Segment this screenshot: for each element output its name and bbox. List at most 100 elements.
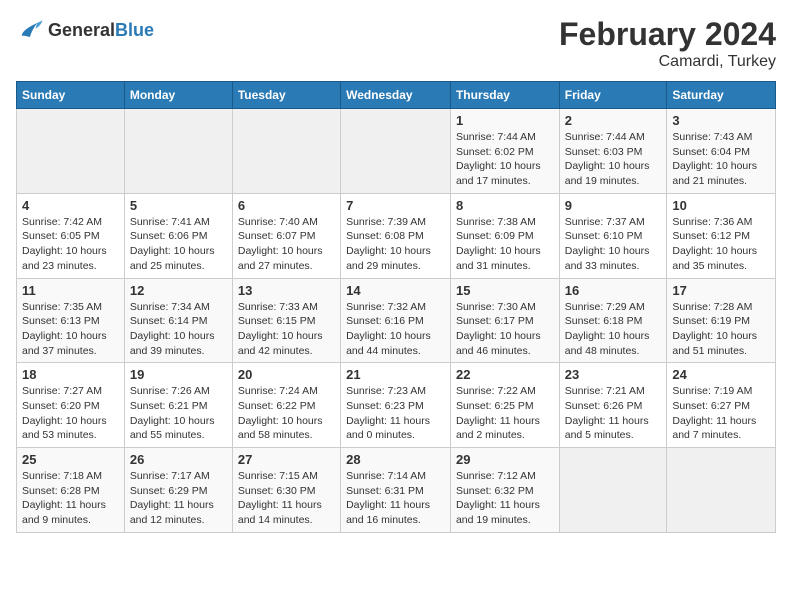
day-info: Sunrise: 7:24 AM Sunset: 6:22 PM Dayligh… [238, 384, 335, 443]
calendar-cell: 27 Sunrise: 7:15 AM Sunset: 6:30 PM Dayli… [232, 448, 340, 533]
calendar-cell: 23 Sunrise: 7:21 AM Sunset: 6:26 PM Dayli… [559, 363, 667, 448]
day-number: 10 [672, 198, 770, 213]
day-info: Sunrise: 7:44 AM Sunset: 6:03 PM Dayligh… [565, 130, 662, 189]
day-number: 11 [22, 283, 119, 298]
day-number: 9 [565, 198, 662, 213]
day-number: 15 [456, 283, 554, 298]
day-number: 4 [22, 198, 119, 213]
calendar-week-3: 11 Sunrise: 7:35 AM Sunset: 6:13 PM Dayli… [17, 278, 776, 363]
calendar-cell: 7Sunrise: 7:39 AM Sunset: 6:08 PM Daylig… [341, 193, 451, 278]
day-info: Sunrise: 7:43 AM Sunset: 6:04 PM Dayligh… [672, 130, 770, 189]
day-info: Sunrise: 7:40 AM Sunset: 6:07 PM Dayligh… [238, 215, 335, 274]
day-number: 27 [238, 452, 335, 467]
day-info: Sunrise: 7:32 AM Sunset: 6:16 PM Dayligh… [346, 300, 445, 359]
calendar-header-saturday: Saturday [667, 82, 776, 109]
calendar-week-1: 1 Sunrise: 7:44 AM Sunset: 6:02 PM Daylig… [17, 109, 776, 194]
calendar-header-row: SundayMondayTuesdayWednesdayThursdayFrid… [17, 82, 776, 109]
day-number: 28 [346, 452, 445, 467]
calendar-cell [232, 109, 340, 194]
day-number: 25 [22, 452, 119, 467]
logo-icon [16, 16, 44, 44]
calendar-cell [667, 448, 776, 533]
day-info: Sunrise: 7:36 AM Sunset: 6:12 PM Dayligh… [672, 215, 770, 274]
day-number: 3 [672, 113, 770, 128]
calendar-cell: 8 Sunrise: 7:38 AM Sunset: 6:09 PM Daylig… [450, 193, 559, 278]
calendar-cell: 21 Sunrise: 7:23 AM Sunset: 6:23 PM Dayli… [341, 363, 451, 448]
day-info: Sunrise: 7:17 AM Sunset: 6:29 PM Dayligh… [130, 469, 227, 528]
calendar-cell: 22Sunrise: 7:22 AM Sunset: 6:25 PM Dayli… [450, 363, 559, 448]
day-number: 29 [456, 452, 554, 467]
day-info: Sunrise: 7:21 AM Sunset: 6:26 PM Dayligh… [565, 384, 662, 443]
day-info: Sunrise: 7:34 AM Sunset: 6:14 PM Dayligh… [130, 300, 227, 359]
calendar-cell: 12 Sunrise: 7:34 AM Sunset: 6:14 PM Dayli… [124, 278, 232, 363]
day-info: Sunrise: 7:30 AM Sunset: 6:17 PM Dayligh… [456, 300, 554, 359]
title-block: February 2024 Camardi, Turkey [559, 16, 776, 71]
page-title: February 2024 [559, 16, 776, 53]
calendar-cell [559, 448, 667, 533]
day-number: 21 [346, 367, 445, 382]
calendar-cell [17, 109, 125, 194]
day-number: 8 [456, 198, 554, 213]
calendar-cell: 26 Sunrise: 7:17 AM Sunset: 6:29 PM Dayli… [124, 448, 232, 533]
calendar-cell: 14 Sunrise: 7:32 AM Sunset: 6:16 PM Dayli… [341, 278, 451, 363]
day-number: 5 [130, 198, 227, 213]
calendar-cell: 10 Sunrise: 7:36 AM Sunset: 6:12 PM Dayli… [667, 193, 776, 278]
calendar-cell: 4 Sunrise: 7:42 AM Sunset: 6:05 PM Daylig… [17, 193, 125, 278]
calendar-cell: 28 Sunrise: 7:14 AM Sunset: 6:31 PM Dayli… [341, 448, 451, 533]
day-number: 23 [565, 367, 662, 382]
day-info: Sunrise: 7:29 AM Sunset: 6:18 PM Dayligh… [565, 300, 662, 359]
day-info: Sunrise: 7:27 AM Sunset: 6:20 PM Dayligh… [22, 384, 119, 443]
calendar-header-wednesday: Wednesday [341, 82, 451, 109]
calendar-week-2: 4 Sunrise: 7:42 AM Sunset: 6:05 PM Daylig… [17, 193, 776, 278]
day-number: 26 [130, 452, 227, 467]
day-number: 13 [238, 283, 335, 298]
calendar-cell: 2 Sunrise: 7:44 AM Sunset: 6:03 PM Daylig… [559, 109, 667, 194]
day-info: Sunrise: 7:28 AM Sunset: 6:19 PM Dayligh… [672, 300, 770, 359]
calendar-header-monday: Monday [124, 82, 232, 109]
calendar-cell: 29Sunrise: 7:12 AM Sunset: 6:32 PM Dayli… [450, 448, 559, 533]
day-info: Sunrise: 7:19 AM Sunset: 6:27 PM Dayligh… [672, 384, 770, 443]
day-info: Sunrise: 7:42 AM Sunset: 6:05 PM Dayligh… [22, 215, 119, 274]
calendar-cell: 15 Sunrise: 7:30 AM Sunset: 6:17 PM Dayli… [450, 278, 559, 363]
day-info: Sunrise: 7:38 AM Sunset: 6:09 PM Dayligh… [456, 215, 554, 274]
day-number: 24 [672, 367, 770, 382]
day-info: Sunrise: 7:18 AM Sunset: 6:28 PM Dayligh… [22, 469, 119, 528]
calendar-cell: 24 Sunrise: 7:19 AM Sunset: 6:27 PM Dayli… [667, 363, 776, 448]
calendar-table: SundayMondayTuesdayWednesdayThursdayFrid… [16, 81, 776, 533]
day-number: 17 [672, 283, 770, 298]
logo: GeneralBlue [16, 16, 154, 44]
calendar-cell: 17 Sunrise: 7:28 AM Sunset: 6:19 PM Dayli… [667, 278, 776, 363]
day-number: 12 [130, 283, 227, 298]
day-info: Sunrise: 7:14 AM Sunset: 6:31 PM Dayligh… [346, 469, 445, 528]
day-info: Sunrise: 7:44 AM Sunset: 6:02 PM Dayligh… [456, 130, 554, 189]
calendar-cell: 20 Sunrise: 7:24 AM Sunset: 6:22 PM Dayli… [232, 363, 340, 448]
day-number: 20 [238, 367, 335, 382]
day-number: 19 [130, 367, 227, 382]
day-info: Sunrise: 7:35 AM Sunset: 6:13 PM Dayligh… [22, 300, 119, 359]
page-header: GeneralBlue February 2024 Camardi, Turke… [16, 16, 776, 71]
calendar-header-sunday: Sunday [17, 82, 125, 109]
calendar-cell: 3 Sunrise: 7:43 AM Sunset: 6:04 PM Daylig… [667, 109, 776, 194]
day-info: Sunrise: 7:23 AM Sunset: 6:23 PM Dayligh… [346, 384, 445, 443]
calendar-cell: 6 Sunrise: 7:40 AM Sunset: 6:07 PM Daylig… [232, 193, 340, 278]
calendar-cell: 11 Sunrise: 7:35 AM Sunset: 6:13 PM Dayli… [17, 278, 125, 363]
day-info: Sunrise: 7:37 AM Sunset: 6:10 PM Dayligh… [565, 215, 662, 274]
day-info: Sunrise: 7:41 AM Sunset: 6:06 PM Dayligh… [130, 215, 227, 274]
logo-blue: Blue [115, 20, 154, 40]
calendar-header-tuesday: Tuesday [232, 82, 340, 109]
calendar-cell: 16 Sunrise: 7:29 AM Sunset: 6:18 PM Dayli… [559, 278, 667, 363]
page-subtitle: Camardi, Turkey [559, 53, 776, 71]
calendar-header-thursday: Thursday [450, 82, 559, 109]
day-info: Sunrise: 7:22 AM Sunset: 6:25 PM Dayligh… [456, 384, 554, 443]
calendar-cell: 18 Sunrise: 7:27 AM Sunset: 6:20 PM Dayli… [17, 363, 125, 448]
day-number: 2 [565, 113, 662, 128]
day-number: 6 [238, 198, 335, 213]
calendar-cell: 19 Sunrise: 7:26 AM Sunset: 6:21 PM Dayli… [124, 363, 232, 448]
day-info: Sunrise: 7:26 AM Sunset: 6:21 PM Dayligh… [130, 384, 227, 443]
day-number: 1 [456, 113, 554, 128]
day-info: Sunrise: 7:15 AM Sunset: 6:30 PM Dayligh… [238, 469, 335, 528]
day-number: 18 [22, 367, 119, 382]
day-number: 14 [346, 283, 445, 298]
day-number: 16 [565, 283, 662, 298]
calendar-week-4: 18 Sunrise: 7:27 AM Sunset: 6:20 PM Dayli… [17, 363, 776, 448]
